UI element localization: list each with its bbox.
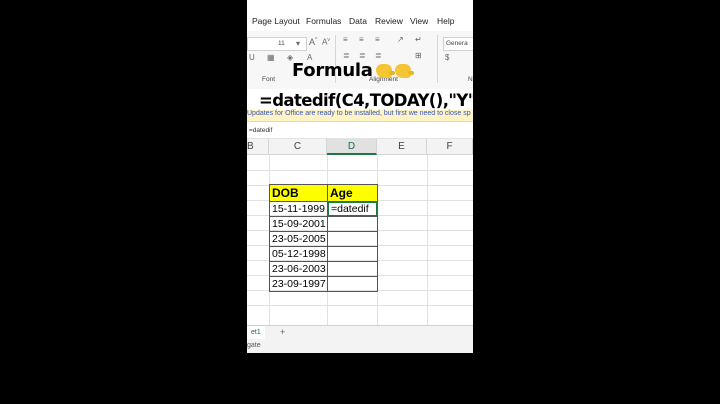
age-cell[interactable] (327, 231, 378, 247)
pointing-hand-icon (375, 64, 395, 78)
header-cell-dob[interactable]: DOB (269, 184, 328, 202)
add-sheet-icon[interactable]: + (280, 327, 285, 337)
menu-help[interactable]: Help (437, 16, 454, 26)
dob-cell[interactable]: 23-05-2005 (269, 231, 328, 247)
dob-cell[interactable]: 23-06-2003 (269, 261, 328, 277)
age-cell[interactable] (327, 276, 378, 292)
number-format-value: Genera (446, 40, 468, 47)
status-text: gate (247, 342, 261, 349)
number-group-label: N (468, 76, 473, 83)
dob-cell[interactable]: 15-09-2001 (269, 216, 328, 232)
column-header-e[interactable]: E (377, 139, 427, 155)
menu-view[interactable]: View (410, 16, 428, 26)
merge-center-icon[interactable]: ⊞ (415, 51, 422, 60)
formula-bar[interactable]: =datedif (247, 124, 473, 139)
age-cell[interactable] (327, 246, 378, 262)
align-right-icon[interactable]: ≣ (375, 51, 382, 60)
underline-icon[interactable]: U (249, 53, 255, 62)
overlay-formula: =datedif(C4,TODAY(),"Y") (247, 89, 473, 111)
currency-icon[interactable]: $ (445, 53, 449, 62)
formula-bar-content: =datedif (249, 127, 273, 134)
align-middle-icon[interactable]: ≡ (359, 35, 364, 44)
header-cell-age[interactable]: Age (327, 184, 378, 202)
align-bottom-icon[interactable]: ≡ (375, 35, 380, 44)
font-group-label: Font (262, 76, 276, 83)
age-cell[interactable] (327, 216, 378, 232)
align-center-icon[interactable]: ≣ (359, 51, 366, 60)
dob-cell[interactable]: 15-11-1999 (269, 201, 328, 217)
update-message-text: Updates for Office are ready to be insta… (247, 110, 471, 117)
increase-font-icon[interactable]: A^ (309, 37, 317, 47)
align-top-icon[interactable]: ≡ (343, 35, 348, 44)
menu-data[interactable]: Data (349, 16, 367, 26)
menu-formulas[interactable]: Formulas (306, 16, 341, 26)
menu-review[interactable]: Review (375, 16, 403, 26)
orientation-icon[interactable]: ↗ (397, 35, 404, 44)
age-cell[interactable] (327, 261, 378, 277)
number-format-box[interactable]: Genera (443, 37, 473, 51)
update-message-bar[interactable]: Updates for Office are ready to be insta… (247, 110, 473, 122)
worksheet-grid[interactable]: B C D E F DOB Age 15-11-1999 =datedif 15… (247, 139, 473, 325)
font-size-box[interactable]: 11 ▾ (247, 37, 307, 51)
age-cell-active[interactable]: =datedif (327, 201, 378, 217)
grid-line (247, 305, 473, 306)
status-bar: gate (247, 339, 473, 353)
excel-window: Page Layout Formulas Data Review View He… (247, 0, 473, 353)
dob-cell[interactable]: 05-12-1998 (269, 246, 328, 262)
ribbon-divider (437, 35, 438, 83)
menu-bar: Page Layout Formulas Data Review View He… (247, 0, 473, 32)
overlay-formula-text: =datedif(C4,TODAY(),"Y") (259, 91, 473, 110)
column-header-c[interactable]: C (269, 139, 327, 155)
overlay-title: Formula (292, 60, 414, 81)
menu-page-layout[interactable]: Page Layout (252, 16, 300, 26)
grid-line (427, 155, 428, 325)
font-size-value: 11 (278, 40, 285, 47)
overlay-title-text: Formula (292, 60, 373, 81)
grid-line (247, 170, 473, 171)
column-header-f[interactable]: F (427, 139, 473, 155)
dob-cell[interactable]: 23-09-1997 (269, 276, 328, 292)
sheet-tab-bar: et1 + (247, 325, 473, 342)
column-header-d[interactable]: D (327, 139, 377, 155)
pointing-hand-icon (394, 64, 414, 78)
borders-icon[interactable]: ▦ (267, 53, 275, 62)
wrap-text-icon[interactable]: ↵ (415, 35, 422, 44)
column-header-b[interactable]: B (247, 139, 269, 155)
decrease-font-icon[interactable]: Av (322, 37, 330, 47)
chevron-down-icon: ▾ (296, 39, 301, 48)
align-left-icon[interactable]: ≣ (343, 51, 350, 60)
